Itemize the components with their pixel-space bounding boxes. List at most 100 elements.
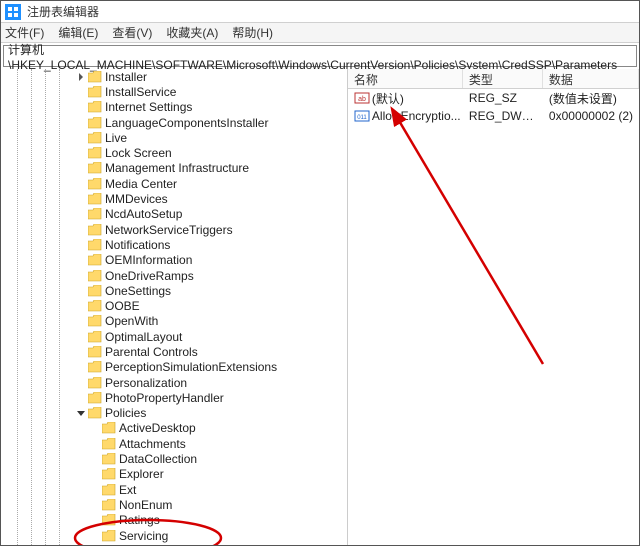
col-header-name[interactable]: 名称 (348, 69, 463, 88)
folder-icon (88, 346, 102, 358)
tree-item[interactable]: PerceptionSimulationExtensions (1, 360, 347, 375)
tree-item[interactable]: Attachments (1, 436, 347, 451)
menu-edit[interactable]: 编辑(E) (58, 24, 98, 41)
folder-icon (102, 484, 116, 496)
tree-item-label: DataCollection (119, 452, 197, 466)
folder-icon (88, 407, 102, 419)
folder-icon (88, 117, 102, 129)
tree-item[interactable]: Servicing (1, 528, 347, 543)
toggle-placeholder (89, 468, 101, 480)
tree-item-label: Servicing (119, 529, 168, 543)
toggle-placeholder (75, 86, 87, 98)
toggle-placeholder (75, 346, 87, 358)
address-bar[interactable]: 计算机\HKEY_LOCAL_MACHINE\SOFTWARE\Microsof… (3, 45, 637, 67)
folder-icon (88, 71, 102, 83)
tree-item[interactable]: DataCollection (1, 451, 347, 466)
list-header: 名称 类型 数据 (348, 69, 639, 89)
value-name: AllowEncryptio... (372, 109, 461, 123)
tree-item[interactable]: Personalization (1, 375, 347, 390)
tree-item-label: Personalization (105, 376, 187, 390)
folder-icon (88, 193, 102, 205)
value-data: 0x00000002 (2) (543, 109, 639, 123)
value-name: (默认) (372, 90, 404, 107)
toggle-placeholder (89, 438, 101, 450)
tree-item[interactable]: OpenWith (1, 314, 347, 329)
tree-item[interactable]: OEMInformation (1, 253, 347, 268)
toggle-placeholder (75, 147, 87, 159)
toggle-placeholder (89, 514, 101, 526)
toggle-placeholder (75, 285, 87, 297)
tree-item[interactable]: LanguageComponentsInstaller (1, 115, 347, 130)
tree-item[interactable]: OOBE (1, 298, 347, 313)
tree-item[interactable]: InstallService (1, 84, 347, 99)
list-row[interactable]: ab(默认)REG_SZ(数值未设置) (348, 89, 639, 107)
toggle-placeholder (75, 331, 87, 343)
folder-icon (88, 377, 102, 389)
expand-icon[interactable] (75, 71, 87, 83)
regedit-window: 注册表编辑器 文件(F) 编辑(E) 查看(V) 收藏夹(A) 帮助(H) 计算… (0, 0, 640, 546)
folder-icon (88, 162, 102, 174)
tree-item-label: OneSettings (105, 284, 171, 298)
svg-text:011: 011 (357, 115, 367, 121)
folder-icon (102, 530, 116, 542)
tree-item[interactable]: Ratings (1, 513, 347, 528)
tree-item[interactable]: MMDevices (1, 191, 347, 206)
menu-favorites[interactable]: 收藏夹(A) (166, 24, 218, 41)
toggle-placeholder (75, 101, 87, 113)
tree-item[interactable]: System (1, 543, 347, 545)
tree-item-label: Lock Screen (105, 146, 172, 160)
tree-item[interactable]: Parental Controls (1, 344, 347, 359)
tree-item[interactable]: Media Center (1, 176, 347, 191)
tree-item[interactable]: NetworkServiceTriggers (1, 222, 347, 237)
tree-item-label: InstallService (105, 85, 176, 99)
toggle-placeholder (89, 484, 101, 496)
col-header-type[interactable]: 类型 (463, 69, 543, 88)
tree-item-label: OpenWith (105, 314, 158, 328)
tree-item[interactable]: Policies (1, 406, 347, 421)
tree-item-label: NcdAutoSetup (105, 207, 182, 221)
tree-item[interactable]: Lock Screen (1, 145, 347, 160)
tree-item[interactable]: Installer (1, 69, 347, 84)
tree-item[interactable]: OptimalLayout (1, 329, 347, 344)
tree-item[interactable]: NcdAutoSetup (1, 207, 347, 222)
tree-item-label: NetworkServiceTriggers (105, 223, 233, 237)
menu-help[interactable]: 帮助(H) (232, 24, 273, 41)
tree-item[interactable]: Notifications (1, 237, 347, 252)
collapse-icon[interactable] (75, 407, 87, 419)
string-value-icon: ab (354, 90, 370, 106)
tree-item[interactable]: Management Infrastructure (1, 161, 347, 176)
tree-item-label: Attachments (119, 437, 186, 451)
tree-item-label: Live (105, 131, 127, 145)
toggle-placeholder (75, 193, 87, 205)
tree-item-label: Media Center (105, 177, 177, 191)
tree-item[interactable]: PhotoPropertyHandler (1, 390, 347, 405)
annotation-arrow (348, 89, 603, 389)
tree-item[interactable]: OneDriveRamps (1, 268, 347, 283)
folder-icon (102, 468, 116, 480)
value-data: (数值未设置) (543, 90, 639, 107)
tree-item-label: Installer (105, 70, 147, 84)
tree-item[interactable]: Ext (1, 482, 347, 497)
tree-item-label: Ext (119, 483, 136, 497)
list-row[interactable]: 011 AllowEncryptio...REG_DWORD0x00000002 … (348, 107, 639, 125)
tree-item[interactable]: Internet Settings (1, 100, 347, 115)
folder-icon (88, 331, 102, 343)
svg-text:ab: ab (358, 96, 366, 103)
folder-icon (88, 86, 102, 98)
toggle-placeholder (89, 453, 101, 465)
registry-tree[interactable]: InstallerInstallServiceInternet Settings… (1, 69, 348, 545)
menu-file[interactable]: 文件(F) (5, 24, 44, 41)
col-header-data[interactable]: 数据 (543, 69, 639, 88)
folder-icon (88, 270, 102, 282)
tree-item[interactable]: Explorer (1, 467, 347, 482)
tree-item[interactable]: Live (1, 130, 347, 145)
tree-item-label: NonEnum (119, 498, 172, 512)
toggle-placeholder (75, 270, 87, 282)
tree-item[interactable]: OneSettings (1, 283, 347, 298)
tree-item[interactable]: ActiveDesktop (1, 421, 347, 436)
tree-item[interactable]: NonEnum (1, 497, 347, 512)
folder-icon (102, 514, 116, 526)
menu-view[interactable]: 查看(V) (112, 24, 152, 41)
toggle-placeholder (75, 132, 87, 144)
value-type: REG_DWORD (463, 109, 543, 123)
